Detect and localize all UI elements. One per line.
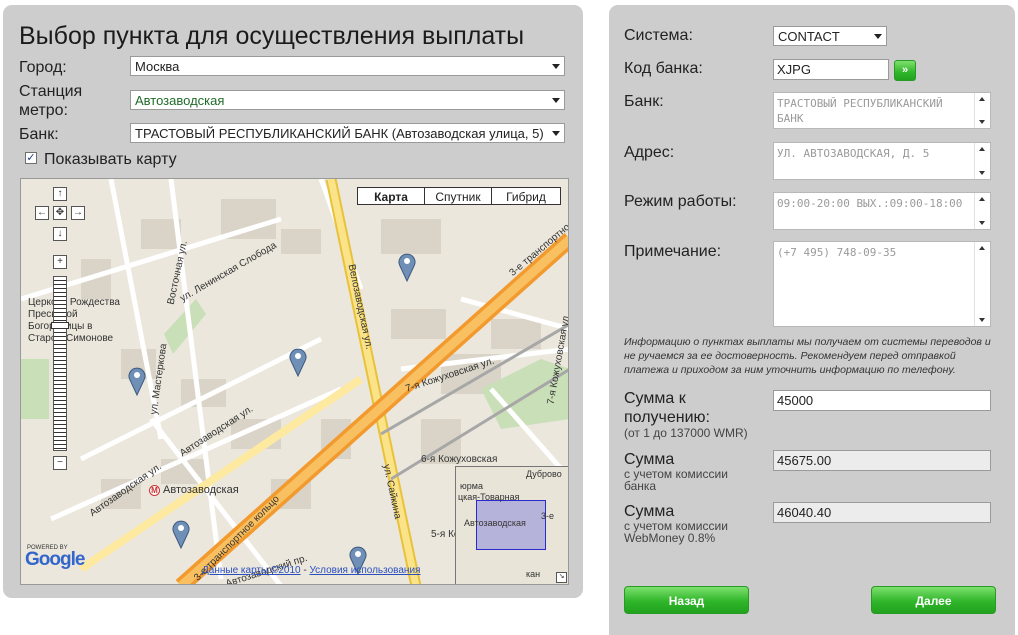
bank-label: Банк: bbox=[19, 126, 59, 143]
note-label: Примечание: bbox=[624, 243, 722, 260]
scrollbar[interactable] bbox=[974, 193, 990, 229]
metro-select[interactable]: Автозаводская bbox=[130, 90, 565, 110]
bank-name-value: ТРАСТОВЫЙ РЕСПУБЛИКАНСКИЙ БАНК bbox=[777, 97, 943, 125]
map-overview[interactable]: Дуброво юрма цкая-Товарная Автозаводская… bbox=[455, 466, 568, 584]
disclaimer-text: Информацию о пунктах выплаты мы получаем… bbox=[624, 336, 991, 376]
pan-right-icon[interactable]: → bbox=[71, 206, 85, 220]
zoom-slider[interactable] bbox=[53, 276, 67, 451]
chevron-down-icon bbox=[552, 131, 560, 136]
working-hours-label: Режим работы: bbox=[624, 193, 737, 210]
church-label-line: Пресвятой bbox=[28, 309, 120, 321]
overview-toggle-icon[interactable]: ↘ bbox=[556, 572, 567, 583]
page-title: Выбор пункта для осуществления выплаты bbox=[19, 22, 525, 50]
overview-label: 3-е bbox=[541, 511, 555, 521]
zoom-slider-handle[interactable] bbox=[51, 322, 69, 329]
city-label: Город: bbox=[19, 59, 67, 76]
next-button[interactable]: Далее bbox=[871, 586, 996, 614]
note-value: (+7 495) 748-09-35 bbox=[777, 246, 897, 259]
bank-name-field[interactable]: ТРАСТОВЫЙ РЕСПУБЛИКАНСКИЙ БАНК bbox=[773, 92, 991, 129]
scrollbar[interactable] bbox=[974, 93, 990, 128]
overview-label: Дуброво bbox=[526, 469, 562, 479]
map-data-link[interactable]: Данные карты ©2010 bbox=[202, 565, 301, 576]
pan-center-icon[interactable]: ✥ bbox=[53, 206, 67, 220]
google-logo[interactable]: Google bbox=[25, 549, 85, 571]
street-label: 6-я Кожуховская bbox=[421, 454, 498, 465]
scrollbar[interactable] bbox=[974, 242, 990, 326]
metro-station-label: Автозаводская bbox=[163, 484, 239, 496]
bank-name-label: Банк: bbox=[624, 93, 664, 110]
metro-label-line2: метро: bbox=[19, 102, 68, 119]
metro-label-line1: Станция bbox=[19, 83, 83, 100]
overview-label: юрма bbox=[460, 481, 483, 491]
payment-details-panel: Система: CONTACT Код банка: XJPG » Банк:… bbox=[609, 5, 1015, 635]
map-attribution: Данные карты ©2010 - Условия использован… bbox=[202, 565, 420, 576]
metro-select-value: Автозаводская bbox=[135, 93, 225, 108]
webmoney-fee-amount-field: 46040.40 bbox=[773, 502, 991, 523]
city-select-value: Москва bbox=[135, 59, 180, 74]
map-view[interactable]: Велозаводская ул. Восточная ул. ул. Лени… bbox=[20, 178, 569, 585]
address-value: УЛ. АВТОЗАВОДСКАЯ, Д. 5 bbox=[777, 147, 930, 160]
checkmark-icon: ✓ bbox=[26, 152, 36, 164]
overview-label: кан bbox=[526, 569, 541, 579]
zoom-in-icon[interactable]: + bbox=[53, 255, 67, 269]
address-label: Адрес: bbox=[624, 144, 675, 161]
map-pin-icon[interactable] bbox=[127, 366, 147, 396]
show-map-checkbox[interactable]: ✓ bbox=[25, 152, 37, 164]
receive-amount-input[interactable]: 45000 bbox=[773, 390, 991, 411]
pan-left-icon[interactable]: ← bbox=[35, 206, 49, 220]
church-label: Церковь Рождества Пресвятой Богородицы в… bbox=[28, 297, 120, 345]
receive-amount-range: (от 1 до 137000 WMR) bbox=[624, 426, 748, 440]
address-field[interactable]: УЛ. АВТОЗАВОДСКАЯ, Д. 5 bbox=[773, 142, 991, 180]
map-type-map-button[interactable]: Карта bbox=[357, 187, 425, 205]
system-label: Система: bbox=[624, 27, 693, 44]
chevron-down-icon bbox=[552, 98, 560, 103]
payout-point-panel: Выбор пункта для осуществления выплаты Г… bbox=[3, 5, 583, 598]
church-label-line: Богородицы в bbox=[28, 321, 93, 332]
overview-label: цкая-Товарная bbox=[458, 492, 520, 502]
church-label-line: Церковь Рождества bbox=[28, 297, 120, 308]
map-pin-icon[interactable] bbox=[397, 252, 417, 282]
zoom-out-icon[interactable]: − bbox=[53, 456, 67, 470]
pan-up-icon[interactable]: ↑ bbox=[53, 187, 67, 201]
show-map-label: Показывать карту bbox=[44, 151, 177, 168]
working-hours-value: 09:00-20:00 ВЫХ.:09:00-18:00 bbox=[777, 197, 963, 210]
bank-code-go-button[interactable]: » bbox=[894, 60, 916, 81]
map-type-hybrid-button[interactable]: Гибрид bbox=[491, 187, 561, 205]
terms-of-use-link[interactable]: Условия использования bbox=[309, 565, 420, 576]
overview-label: Автозаводская bbox=[464, 518, 526, 528]
bank-select-value: ТРАСТОВЫЙ РЕСПУБЛИКАНСКИЙ БАНК (Автозаво… bbox=[135, 126, 544, 141]
metro-icon: М bbox=[149, 485, 160, 496]
receive-amount-label-line1: Сумма к bbox=[624, 390, 686, 407]
scrollbar[interactable] bbox=[974, 143, 990, 179]
bank-code-input[interactable]: XJPG bbox=[773, 59, 889, 80]
system-select-value: CONTACT bbox=[778, 29, 840, 44]
bank-select[interactable]: ТРАСТОВЫЙ РЕСПУБЛИКАНСКИЙ БАНК (Автозаво… bbox=[130, 123, 565, 143]
note-field[interactable]: (+7 495) 748-09-35 bbox=[773, 241, 991, 327]
pan-down-icon[interactable]: ↓ bbox=[53, 227, 67, 241]
webmoney-fee-sub-line2: WebMoney 0.8% bbox=[624, 531, 716, 545]
bank-fee-sub-line2: банка bbox=[624, 479, 657, 493]
bank-fee-amount-field: 45675.00 bbox=[773, 450, 991, 471]
city-select[interactable]: Москва bbox=[130, 56, 565, 76]
back-button[interactable]: Назад bbox=[624, 586, 749, 614]
working-hours-field[interactable]: 09:00-20:00 ВЫХ.:09:00-18:00 bbox=[773, 192, 991, 230]
system-select[interactable]: CONTACT bbox=[773, 26, 887, 46]
chevron-down-icon bbox=[874, 34, 882, 39]
bank-code-label: Код банка: bbox=[624, 60, 703, 77]
church-label-line: Старом Симонове bbox=[28, 333, 114, 344]
map-pin-icon[interactable] bbox=[171, 519, 191, 549]
map-type-satellite-button[interactable]: Спутник bbox=[424, 187, 492, 205]
receive-amount-label-line2: получению: bbox=[624, 409, 710, 426]
chevron-down-icon bbox=[552, 64, 560, 69]
map-pin-icon[interactable] bbox=[288, 347, 308, 377]
